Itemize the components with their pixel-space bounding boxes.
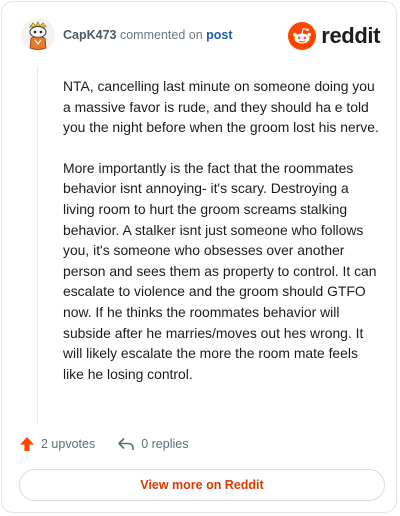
reply-button[interactable]: 0 replies (117, 436, 188, 452)
reply-count: 0 replies (141, 437, 189, 451)
avatar-snoo-icon (21, 18, 55, 52)
brand-wordmark: reddit (321, 23, 380, 48)
user-avatar[interactable] (21, 18, 55, 52)
reddit-snoo-icon (288, 22, 317, 50)
comment-paragraph: NTA, cancelling last minute on someone d… (63, 78, 379, 136)
action-text: commented on (119, 28, 203, 42)
post-link[interactable]: post (206, 28, 232, 42)
comment-actions: 2 upvotes 0 replies (19, 433, 188, 455)
comment-embed-card: CapK473 commented on post reddit NTA, ca… (1, 1, 397, 513)
comment-paragraph: More importantly is the fact that the ro… (63, 159, 377, 382)
comment-header: CapK473 commented on post reddit (21, 18, 380, 54)
view-more-label: View more on Reddit (140, 478, 264, 492)
comment-body: NTA, cancelling last minute on someone d… (63, 76, 381, 404)
reply-arrow-icon (118, 437, 135, 450)
comment-meta: CapK473 commented on post (63, 27, 233, 43)
upvote-arrow-icon (20, 437, 34, 451)
upvote-count: 2 upvotes (41, 437, 96, 451)
username-link[interactable]: CapK473 (63, 28, 117, 42)
thread-line (37, 66, 38, 424)
upvote-button[interactable]: 2 upvotes (19, 436, 95, 452)
reddit-brand[interactable]: reddit (288, 22, 380, 50)
view-more-button[interactable]: View more on Reddit (19, 469, 385, 501)
